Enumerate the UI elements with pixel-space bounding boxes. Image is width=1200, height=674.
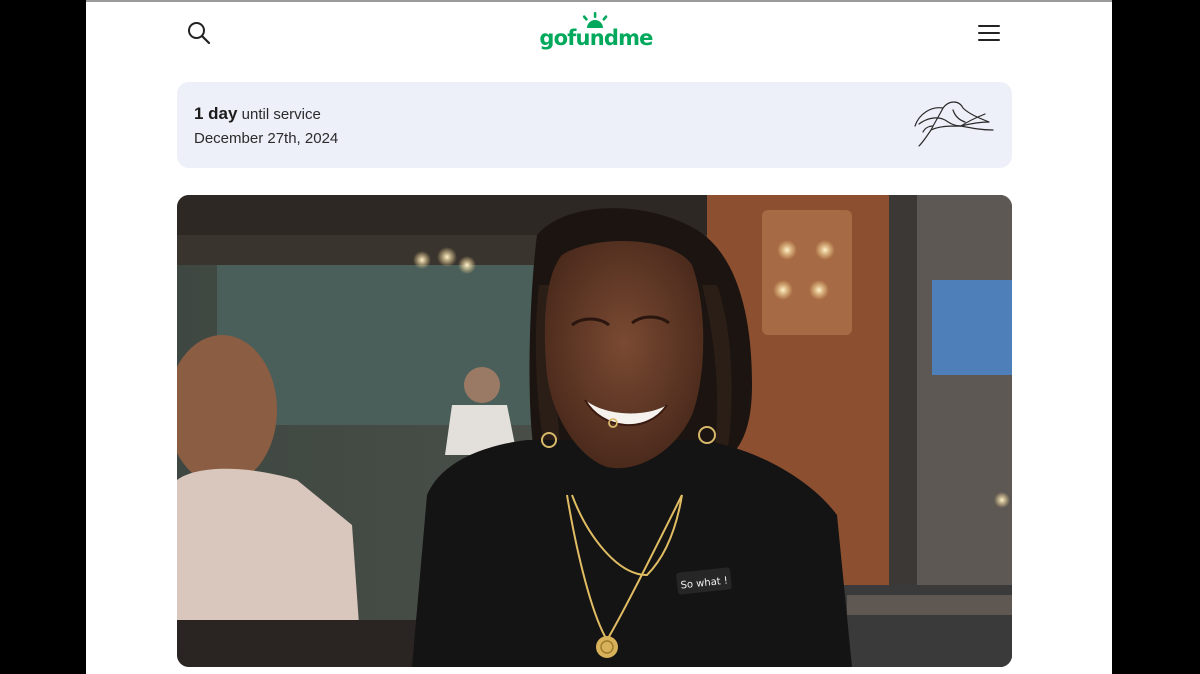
service-date: December 27th, 2024 bbox=[194, 130, 339, 147]
countdown-days: 1 day bbox=[194, 104, 238, 123]
calla-lily-icon bbox=[914, 101, 994, 147]
hamburger-menu-icon bbox=[978, 25, 1000, 41]
search-button[interactable] bbox=[184, 18, 214, 48]
campaign-page: gofundme 1 day until service December 27… bbox=[86, 0, 1112, 674]
logo-wordmark: gofundme bbox=[539, 26, 653, 50]
service-countdown-card: 1 day until service December 27th, 2024 bbox=[177, 82, 1012, 168]
search-icon bbox=[188, 22, 211, 45]
gofundme-logo[interactable]: gofundme bbox=[534, 12, 658, 56]
top-border bbox=[86, 0, 1112, 2]
campaign-photo-image: So what ! bbox=[177, 195, 1012, 667]
menu-button[interactable] bbox=[976, 20, 1002, 46]
countdown-label: until service bbox=[237, 106, 321, 123]
campaign-photo[interactable]: So what ! bbox=[177, 195, 1012, 667]
service-countdown: 1 day until service bbox=[194, 104, 321, 124]
